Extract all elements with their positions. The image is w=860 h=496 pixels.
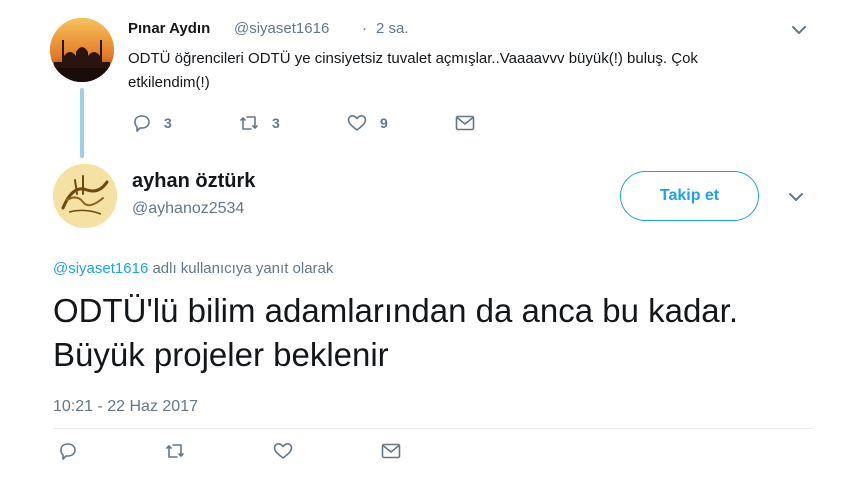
reply-button[interactable]: 3: [132, 113, 172, 133]
chevron-down-icon[interactable]: [787, 188, 805, 206]
like-button[interactable]: 9: [346, 113, 388, 133]
tweet-timestamp[interactable]: 10:21 - 22 Haz 2017: [53, 398, 198, 416]
like-button[interactable]: [272, 441, 294, 461]
reply-context-label: adlı kullanıcıya yanıt olarak: [148, 260, 334, 277]
parent-author-handle[interactable]: @siyaset1616: [234, 20, 329, 37]
reply-to-mention[interactable]: @siyaset1616: [53, 260, 148, 277]
retweet-icon: [164, 441, 186, 461]
like-count: 9: [380, 115, 388, 131]
parent-tweet-text: ODTÜ öğrencileri ODTÜ ye cinsiyetsiz tuv…: [128, 50, 698, 91]
direct-message-button[interactable]: [381, 442, 401, 460]
reply-count: 3: [164, 115, 172, 131]
retweet-button[interactable]: [164, 441, 186, 461]
heart-icon: [272, 441, 294, 461]
divider: [53, 428, 813, 429]
tweet-text: ODTÜ'lü bilim adamlarından da anca bu ka…: [53, 292, 738, 373]
follow-button[interactable]: Takip et: [620, 171, 759, 221]
author-handle[interactable]: @ayhanoz2534: [132, 200, 244, 218]
avatar[interactable]: [53, 164, 117, 228]
parent-timestamp[interactable]: 2 sa.: [376, 20, 409, 37]
direct-message-button[interactable]: [455, 114, 475, 132]
author-name[interactable]: ayhan öztürk: [132, 170, 255, 193]
chevron-down-icon[interactable]: [790, 21, 808, 39]
envelope-icon: [455, 114, 475, 132]
reply-icon: [58, 441, 78, 461]
reply-button[interactable]: [58, 441, 78, 461]
retweet-icon: [238, 113, 260, 133]
thread-connector: [80, 88, 84, 158]
retweet-button[interactable]: 3: [238, 113, 280, 133]
parent-author-name[interactable]: Pınar Aydın: [128, 20, 210, 37]
avatar[interactable]: [50, 18, 114, 82]
heart-icon: [346, 113, 368, 133]
reply-context: @siyaset1616 adlı kullanıcıya yanıt olar…: [53, 260, 333, 277]
envelope-icon: [381, 442, 401, 460]
retweet-count: 3: [272, 115, 280, 131]
reply-icon: [132, 113, 152, 133]
separator-dot: ·: [362, 20, 367, 37]
